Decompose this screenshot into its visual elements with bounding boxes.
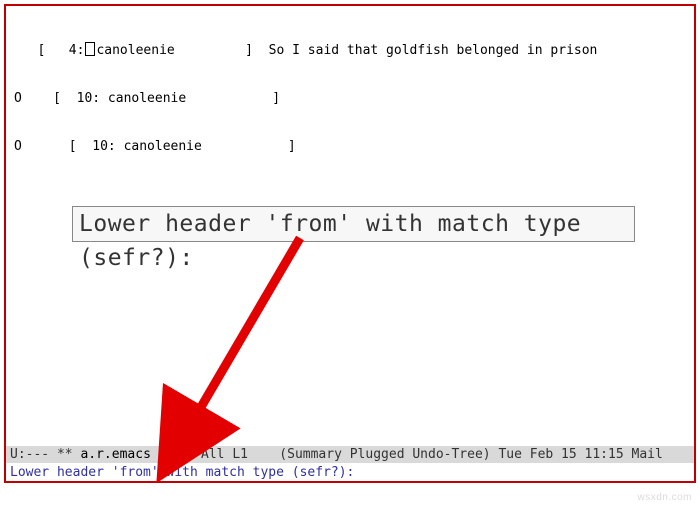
prompt-callout-text: Lower header 'from' with match type (sef…: [79, 211, 581, 271]
row-prefix: [ 4:: [14, 43, 84, 58]
buffer-name: a.r.emacs: [73, 447, 159, 462]
caret-icon: [159, 448, 170, 459]
row-user: canoleenie: [96, 43, 174, 58]
mode-line[interactable]: U:--- ** a.r.emacs All L1 (Summary Plugg…: [6, 446, 694, 463]
minibuffer-text: Lower header 'from' with match type (sef…: [10, 465, 354, 480]
prompt-callout: Lower header 'from' with match type (sef…: [72, 206, 635, 242]
text-cursor: [85, 42, 95, 56]
emacs-frame: [ 4: canoleenie ] So I said that goldfish…: [4, 4, 696, 483]
watermark: wsxdn.com: [637, 492, 692, 503]
message-row[interactable]: O [ 10: canoleenie ]: [14, 91, 686, 107]
minibuffer-prompt[interactable]: Lower header 'from' with match type (sef…: [6, 464, 694, 481]
message-row[interactable]: [ 4: canoleenie ] So I said that goldfish…: [14, 42, 686, 59]
modified-icon: **: [57, 447, 73, 462]
row-tail: ] So I said that goldfish belonged in pr…: [175, 43, 598, 58]
modeline-state: U:---: [10, 447, 57, 462]
message-list[interactable]: [ 4: canoleenie ] So I said that goldfish…: [14, 10, 686, 187]
message-row[interactable]: O [ 10: canoleenie ]: [14, 139, 686, 155]
modeline-info: All L1 (Summary Plugged Undo-Tree) Tue F…: [170, 447, 663, 462]
